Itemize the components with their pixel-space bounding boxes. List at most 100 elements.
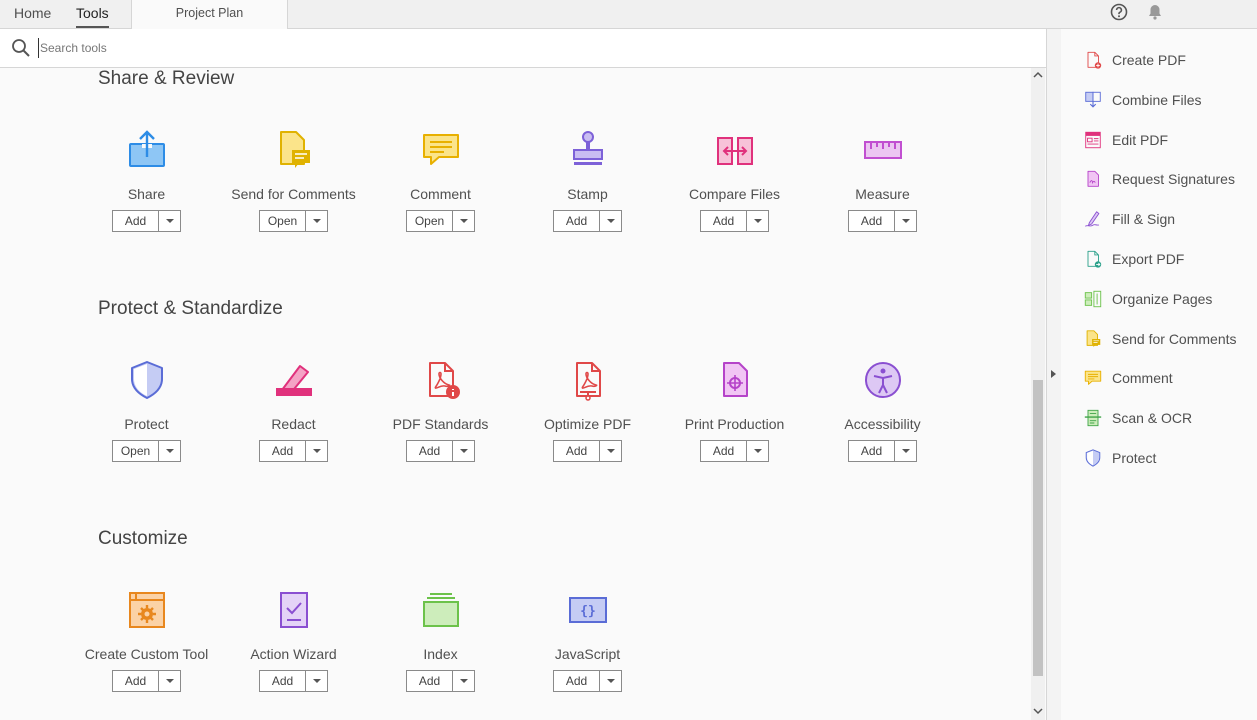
print-production-icon[interactable] — [713, 358, 757, 402]
tool-card[interactable]: Optimize PDF Add — [514, 358, 661, 462]
tool-card[interactable]: Stamp Add — [514, 128, 661, 232]
add-tool-button[interactable]: Add — [113, 671, 159, 691]
chevron-down-icon[interactable] — [747, 441, 768, 461]
share-icon[interactable] — [125, 128, 169, 172]
measure-icon[interactable] — [861, 128, 905, 172]
chevron-down-icon[interactable] — [895, 441, 916, 461]
search-input[interactable] — [38, 38, 440, 58]
right-panel-item[interactable]: Request Signatures — [1083, 168, 1235, 190]
tool-card[interactable]: Compare Files Add — [661, 128, 808, 232]
tool-card[interactable]: Index Add — [367, 588, 514, 692]
protect-shield-icon[interactable] — [125, 358, 169, 402]
right-panel-item[interactable]: Comment — [1083, 367, 1173, 389]
tool-card[interactable]: PDF Standards Add — [367, 358, 514, 462]
tool-label[interactable]: Index — [367, 646, 514, 664]
right-panel-item[interactable]: Organize Pages — [1083, 288, 1212, 310]
add-tool-button[interactable]: Add — [554, 211, 600, 231]
chevron-down-icon[interactable] — [159, 671, 180, 691]
tool-label[interactable]: Action Wizard — [220, 646, 367, 664]
tool-label[interactable]: Share — [73, 186, 220, 204]
optimize-pdf-icon[interactable] — [566, 358, 610, 402]
open-tool-button[interactable]: Open — [407, 211, 453, 231]
pdf-standards-icon[interactable] — [419, 358, 463, 402]
chevron-down-icon[interactable] — [747, 211, 768, 231]
chevron-down-icon[interactable] — [306, 441, 327, 461]
javascript-icon[interactable]: {} — [566, 588, 610, 632]
comment-icon[interactable] — [419, 128, 463, 172]
add-tool-button[interactable]: Add — [407, 671, 453, 691]
scroll-down-icon[interactable] — [1031, 704, 1045, 718]
tool-label[interactable]: JavaScript — [514, 646, 661, 664]
tool-label[interactable]: Accessibility — [809, 416, 956, 434]
add-tool-button[interactable]: Add — [554, 671, 600, 691]
right-panel-item[interactable]: Combine Files — [1083, 89, 1201, 111]
tool-card[interactable]: Share Add — [73, 128, 220, 232]
chevron-down-icon[interactable] — [895, 211, 916, 231]
add-tool-button[interactable]: Add — [849, 211, 895, 231]
add-tool-button[interactable]: Add — [701, 441, 747, 461]
chevron-down-icon[interactable] — [600, 671, 621, 691]
right-panel-item[interactable]: Scan & OCR — [1083, 407, 1192, 429]
tool-label[interactable]: Send for Comments — [220, 186, 367, 204]
tab-home[interactable]: Home — [14, 0, 51, 28]
tab-tools[interactable]: Tools — [76, 0, 109, 28]
chevron-down-icon[interactable] — [306, 211, 327, 231]
open-tool-button[interactable]: Open — [113, 441, 159, 461]
accessibility-icon[interactable] — [861, 358, 905, 402]
send-for-comments-icon[interactable] — [272, 128, 316, 172]
tool-card[interactable]: Redact Add — [220, 358, 367, 462]
tool-label[interactable]: Redact — [220, 416, 367, 434]
tool-label[interactable]: Stamp — [514, 186, 661, 204]
add-tool-button[interactable]: Add — [701, 211, 747, 231]
chevron-down-icon[interactable] — [453, 671, 474, 691]
help-icon[interactable] — [1110, 3, 1128, 21]
tool-label[interactable]: Measure — [809, 186, 956, 204]
tool-card[interactable]: Comment Open — [367, 128, 514, 232]
tool-label[interactable]: Protect — [73, 416, 220, 434]
open-tool-button[interactable]: Open — [260, 211, 306, 231]
chevron-down-icon[interactable] — [600, 441, 621, 461]
chevron-down-icon[interactable] — [159, 211, 180, 231]
add-tool-button[interactable]: Add — [407, 441, 453, 461]
action-wizard-icon[interactable] — [272, 588, 316, 632]
tool-label[interactable]: Comment — [367, 186, 514, 204]
tool-label[interactable]: Optimize PDF — [514, 416, 661, 434]
chevron-down-icon[interactable] — [600, 211, 621, 231]
add-tool-button[interactable]: Add — [260, 671, 306, 691]
right-panel-item[interactable]: Edit PDF — [1083, 129, 1168, 151]
add-tool-button[interactable]: Add — [260, 441, 306, 461]
add-tool-button[interactable]: Add — [554, 441, 600, 461]
create-custom-tool-icon[interactable] — [125, 588, 169, 632]
stamp-icon[interactable] — [566, 128, 610, 172]
tool-label[interactable]: Compare Files — [661, 186, 808, 204]
tool-card[interactable]: Print Production Add — [661, 358, 808, 462]
right-panel-item[interactable]: Export PDF — [1083, 248, 1184, 270]
tool-card[interactable]: {} JavaScript Add — [514, 588, 661, 692]
tab-document[interactable]: Project Plan — [131, 0, 288, 29]
add-tool-button[interactable]: Add — [113, 211, 159, 231]
right-panel-item[interactable]: Protect — [1083, 447, 1156, 469]
tool-label[interactable]: Print Production — [661, 416, 808, 434]
right-panel-item[interactable]: Fill & Sign — [1083, 208, 1175, 230]
right-panel-item[interactable]: Create PDF — [1083, 49, 1186, 71]
redact-icon[interactable] — [272, 358, 316, 402]
compare-files-icon[interactable] — [713, 128, 757, 172]
tool-card[interactable]: Accessibility Add — [809, 358, 956, 462]
tool-card[interactable]: Measure Add — [809, 128, 956, 232]
index-icon[interactable] — [419, 588, 463, 632]
scroll-up-icon[interactable] — [1031, 68, 1045, 82]
vertical-scrollbar[interactable] — [1031, 68, 1045, 720]
chevron-down-icon[interactable] — [306, 671, 327, 691]
tool-card[interactable]: Send for Comments Open — [220, 128, 367, 232]
scrollbar-thumb[interactable] — [1033, 380, 1043, 676]
add-tool-button[interactable]: Add — [849, 441, 895, 461]
collapse-panel-icon[interactable] — [1051, 370, 1056, 378]
right-panel-item[interactable]: Send for Comments — [1083, 328, 1237, 350]
tool-card[interactable]: Action Wizard Add — [220, 588, 367, 692]
chevron-down-icon[interactable] — [159, 441, 180, 461]
chevron-down-icon[interactable] — [453, 441, 474, 461]
chevron-down-icon[interactable] — [453, 211, 474, 231]
bell-icon[interactable] — [1146, 3, 1164, 21]
tool-label[interactable]: PDF Standards — [367, 416, 514, 434]
tool-card[interactable]: Protect Open — [73, 358, 220, 462]
